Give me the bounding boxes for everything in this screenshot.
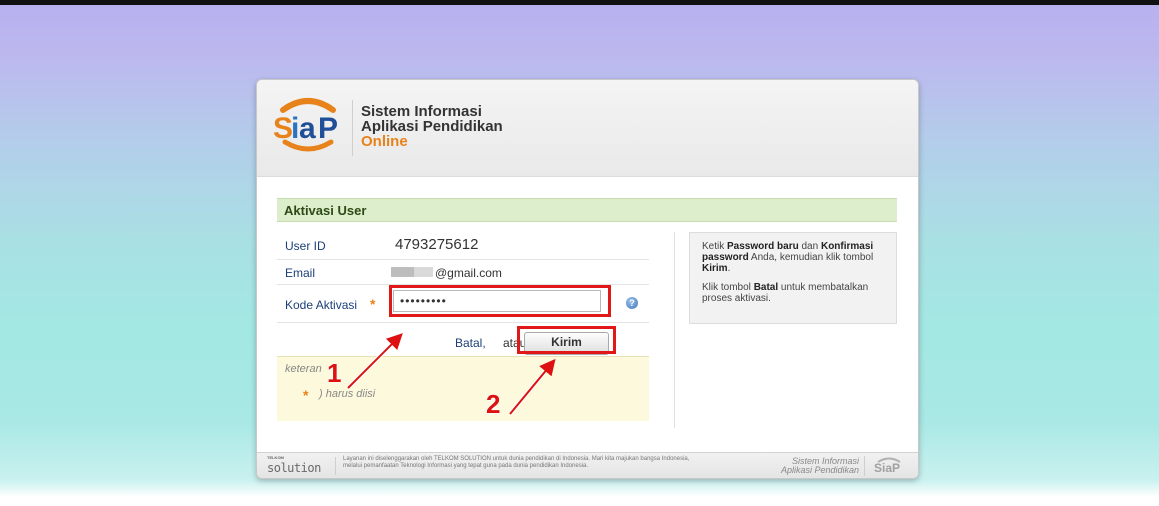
brand-line-2: Aplikasi Pendidikan [361,118,503,135]
footer-divider-2 [864,456,865,476]
svg-text:P: P [318,112,338,145]
email-row: Email @gmail.com [277,260,649,285]
highlight-box-kode-aktivasi [389,285,611,317]
note-title: keteran [285,363,322,375]
help-icon[interactable]: ? [626,297,638,309]
brand-line-online: Online [361,133,408,150]
section-title: Aktivasi User [277,198,897,222]
user-id-value: 4793275612 [395,236,479,253]
siap-footer-logo: SiaP [874,457,901,475]
svg-text:a: a [299,112,316,145]
info-paragraph-2: Klik tombol Batal untuk membatalkan pros… [702,282,869,304]
note-required-asterisk: * [303,387,309,403]
footer-divider [335,457,336,475]
note-line: ) harus diisi [319,388,376,400]
kode-aktivasi-label: Kode Aktivasi [285,298,358,312]
page-bottom-strip [0,497,1159,506]
user-id-row: User ID 4793275612 [277,232,649,260]
brand-line-1: Sistem Informasi [361,103,482,120]
header-divider [352,100,353,156]
email-redacted-block [391,267,433,277]
highlight-box-kirim [517,326,616,354]
footer-text: Layanan ini diselenggarakan oleh TELKOM … [343,456,690,469]
svg-text:S: S [273,112,293,145]
brand-title: Sistem Informasi Aplikasi Pendidikan Onl… [361,104,503,149]
telkom-solution-logo: TELKOM solution [267,455,321,475]
info-box: Ketik Password baru dan Konfirmasi passw… [689,232,897,324]
info-paragraph-1: Ketik Password baru dan Konfirmasi passw… [702,241,874,274]
window-top-border [0,0,1159,5]
content-divider [674,232,675,428]
annotation-step-1: 1 [327,358,342,388]
siap-logo: S i a P [273,98,338,152]
required-asterisk: * [370,296,376,312]
email-label: Email [285,266,316,280]
card-header: S i a P Sistem Informasi Aplikasi Pendid… [257,80,918,177]
footer-brand: Sistem Informasi Aplikasi Pendidikan [780,456,859,475]
footer: TELKOM solution Layanan ini diselenggara… [257,452,918,478]
batal-link[interactable]: Batal, [455,336,486,350]
svg-text:SiaP: SiaP [874,461,900,475]
user-id-label: User ID [285,239,326,253]
login-card: S i a P Sistem Informasi Aplikasi Pendid… [256,79,919,479]
email-value: @gmail.com [435,266,502,280]
annotation-step-2: 2 [486,389,501,419]
